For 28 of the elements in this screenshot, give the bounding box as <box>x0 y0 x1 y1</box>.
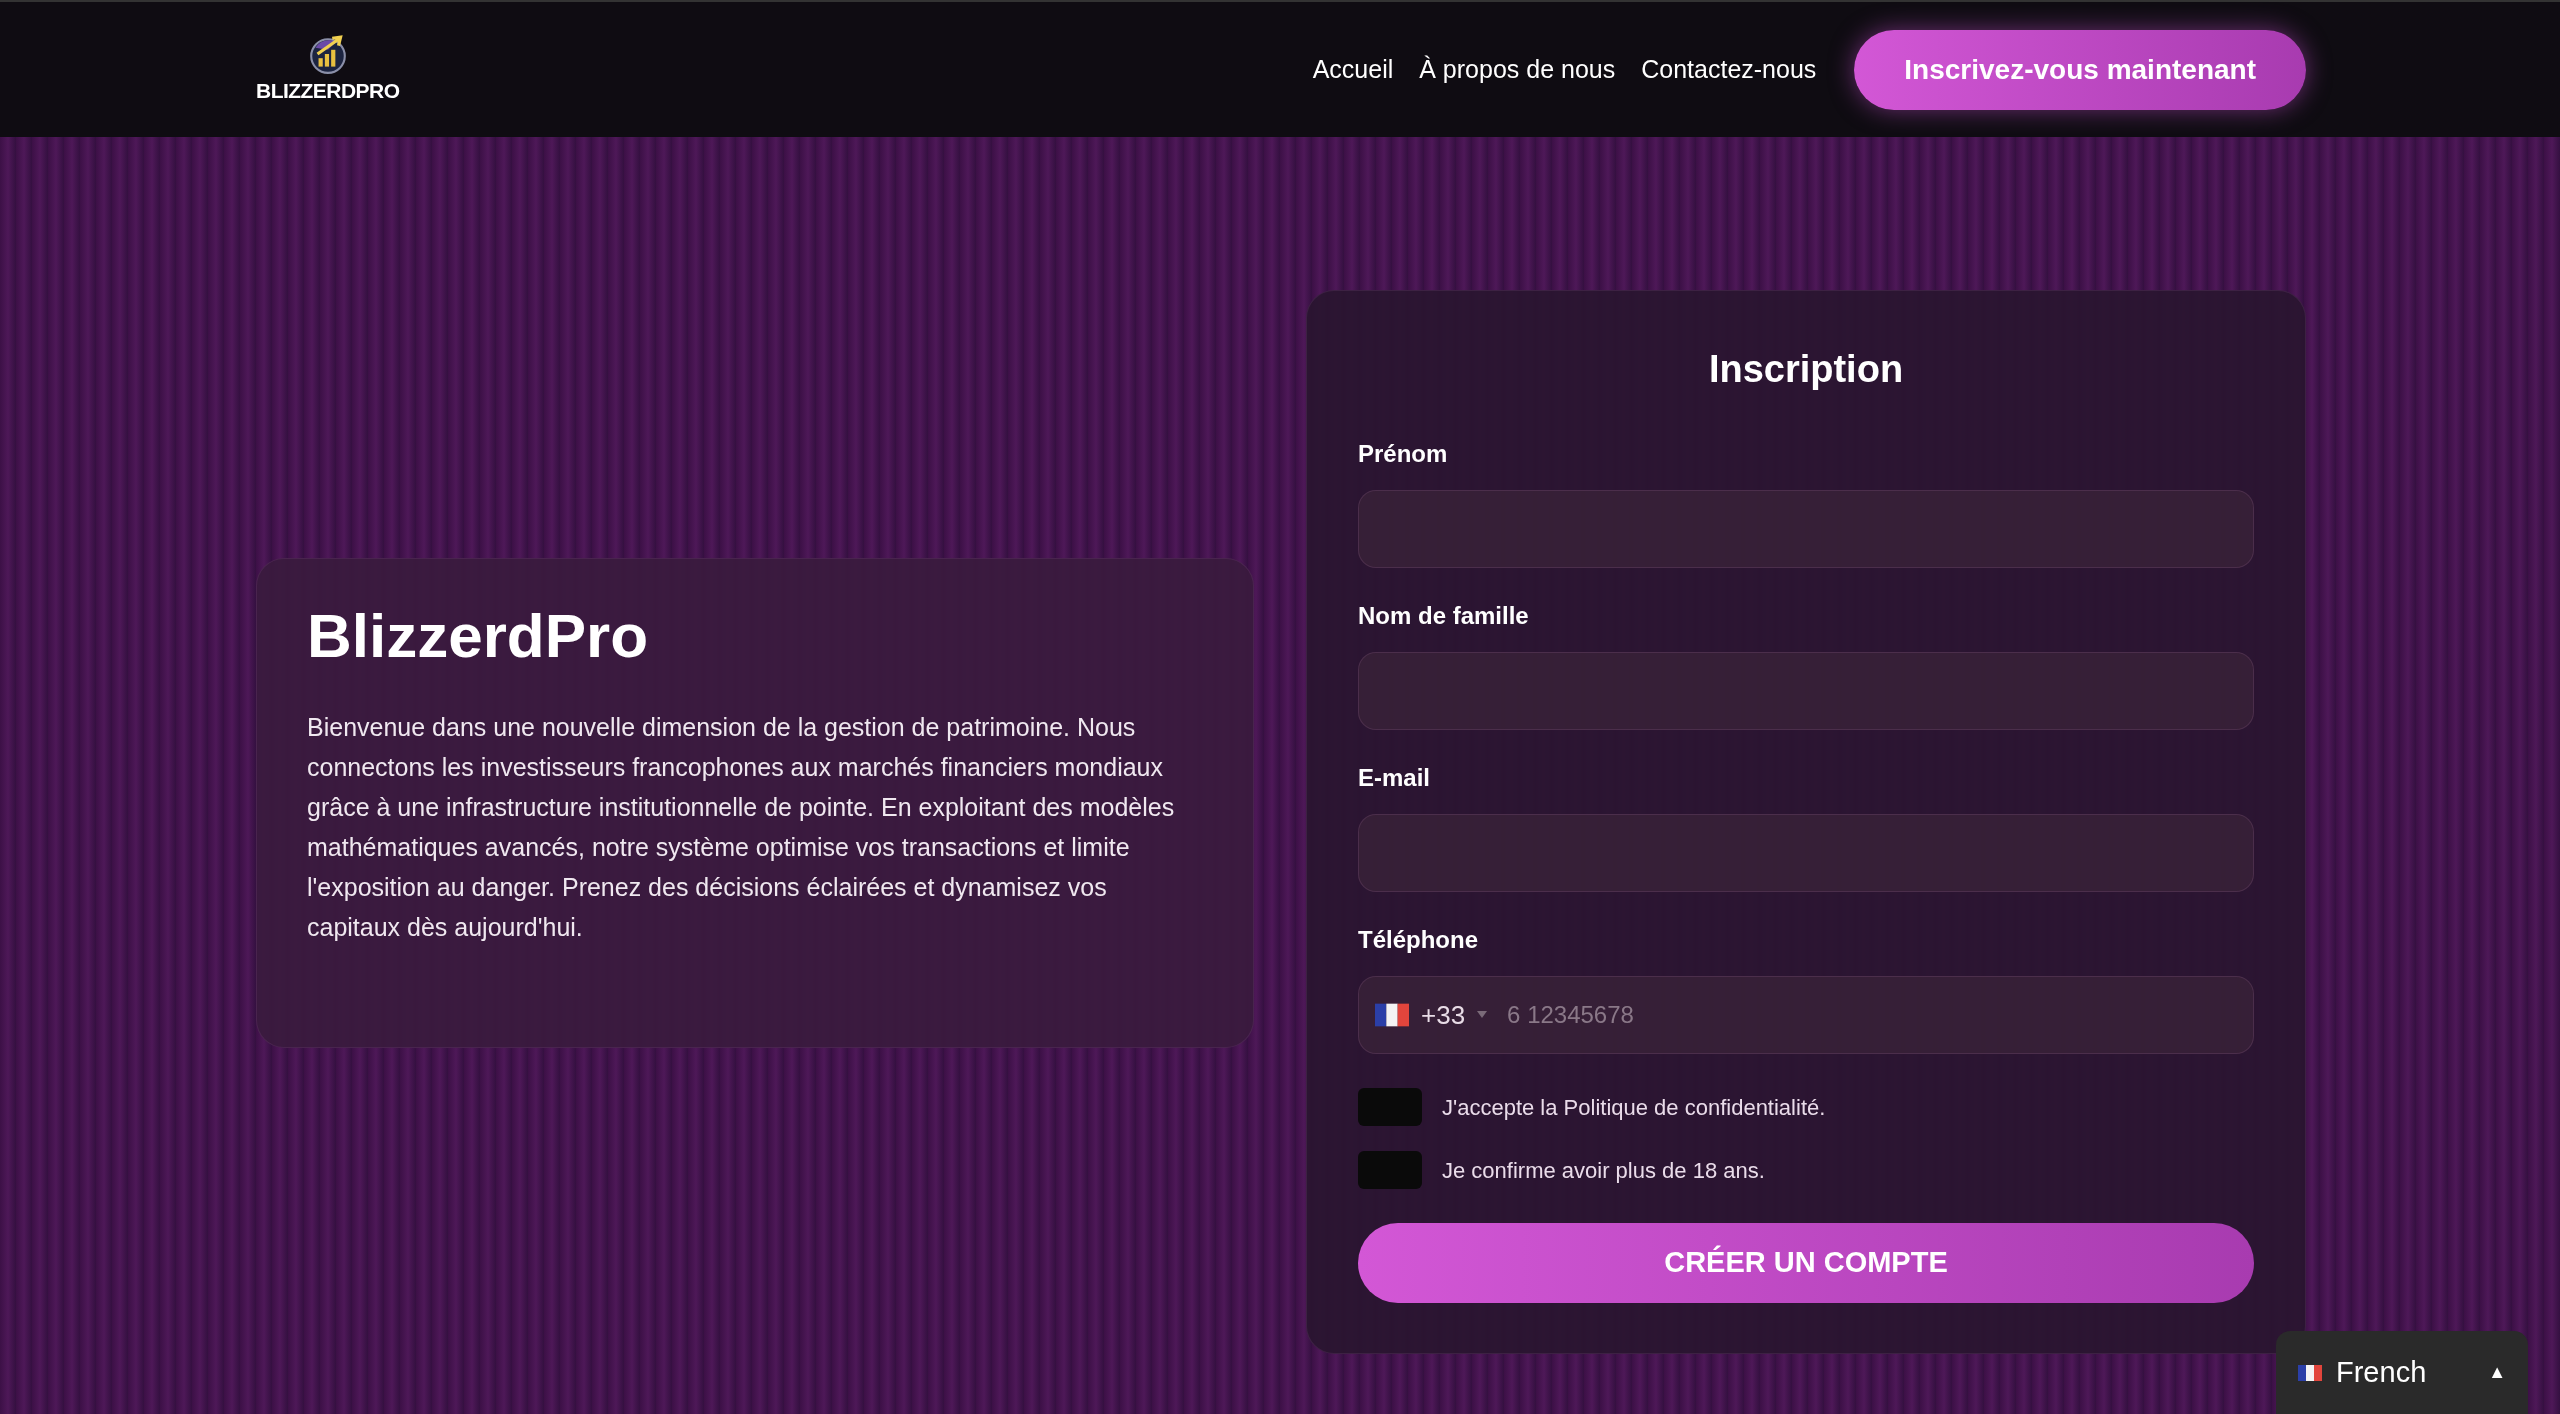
text-input[interactable] <box>1358 490 2254 568</box>
french-flag-icon <box>1375 1003 1409 1027</box>
french-flag-icon <box>2298 1364 2322 1381</box>
nav-link[interactable]: À propos de nous <box>1419 50 1616 89</box>
nav-link[interactable]: Contactez-nous <box>1641 50 1817 89</box>
checkbox-label: Je confirme avoir plus de 18 ans. <box>1442 1156 1765 1185</box>
field-label: Téléphone <box>1358 925 1479 955</box>
field-label: Prénom <box>1358 439 1449 469</box>
form-title: Inscription <box>1707 347 1905 392</box>
signup-button[interactable]: Inscrivez-vous maintenant <box>1854 29 2306 110</box>
phone-field[interactable]: +33 6 12345678 <box>1358 976 2254 1054</box>
field-label: Nom de famille <box>1358 601 1530 631</box>
text-input[interactable] <box>1358 814 2254 892</box>
checkbox[interactable] <box>1358 1088 1422 1126</box>
checkbox[interactable] <box>1358 1151 1422 1189</box>
create-account-button[interactable]: CRÉER UN COMPTE <box>1358 1223 2254 1303</box>
caret-icon: ▲ <box>2488 1359 2506 1386</box>
intro-paragraph: Bienvenue dans une nouvelle dimension de la gestion de patrimoine. Nous connectons les investisseurs francophones aux marchés financiers mondiaux grâce à une infrastructure institutionnelle de pointe. En exploitant des modèles mathématiques avancés, notre système optimise vos transactions et limite l'exposition au danger. Prenez des décisions éclairées et dynamisez vos capitaux dès aujourd'hui. <box>307 712 1176 943</box>
phone-input[interactable]: 6 12345678 <box>1507 997 2237 1033</box>
logo-text: BLIZZERDPRO <box>256 77 400 104</box>
nav-link[interactable]: Accueil <box>1312 50 1394 89</box>
intro-title: BlizzerdPro <box>307 605 650 667</box>
checkbox-label: J'accepte la Politique de confidentialité. <box>1442 1093 1826 1122</box>
language-selector[interactable]: French ▲ <box>2276 1331 2528 1414</box>
text-input[interactable] <box>1358 652 2254 730</box>
caret-icon <box>1477 1011 1488 1019</box>
field-label: E-mail <box>1358 763 1432 793</box>
dial-code[interactable]: +33 <box>1421 995 1466 1035</box>
